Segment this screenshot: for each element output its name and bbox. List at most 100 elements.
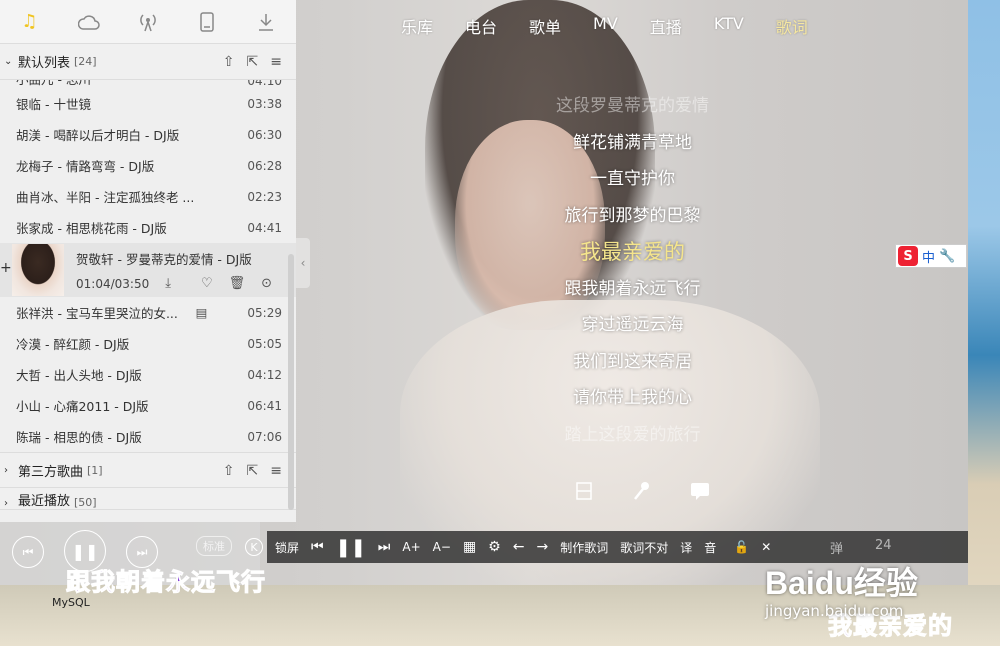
trash-icon[interactable]: 🗑 [229, 276, 246, 291]
caret-right-icon: › [4, 498, 8, 509]
nav-radio[interactable]: 电台 [449, 6, 513, 42]
nav-live[interactable]: 直播 [634, 6, 698, 42]
wrench-icon[interactable]: 🔧 [939, 249, 955, 264]
list-item[interactable]: 胡渼 - 喝醉以后才明白 - DJ版 06:30 [0, 119, 296, 150]
heart-icon[interactable]: ♡ [201, 276, 213, 291]
list-item[interactable]: 冷漠 - 醉红颜 - DJ版 05:05 [0, 328, 296, 359]
list-item[interactable]: 陈瑞 - 相思的债 - DJ版 07:06 [0, 421, 296, 452]
song-duration: 04:10 [247, 80, 282, 88]
device-icon[interactable] [178, 0, 237, 44]
close-icon[interactable]: ✕ [755, 540, 777, 554]
pause-icon[interactable]: ❚❚ [330, 537, 372, 558]
list-item[interactable]: 龙梅子 - 情路弯弯 - DJ版 06:28 [0, 150, 296, 181]
list-item[interactable]: 曲肖冰、半阳 - 注定孤独终老 ... 02:23 [0, 181, 296, 212]
lyrics-wrong-button[interactable]: 歌词不对 [614, 539, 674, 556]
lyric-line: 跟我朝着永远飞行 [564, 278, 701, 299]
group-recent-header[interactable]: › 最近播放 [50] [0, 488, 296, 510]
download-icon[interactable]: ⤓ [165, 276, 171, 291]
lyric-line: 一直守护你 [590, 169, 675, 189]
desktop-icon-label[interactable]: MySQL [52, 596, 90, 609]
grid-icon[interactable]: ▦ [457, 539, 482, 555]
list-item[interactable]: 张祥洪 - 宝马车里哭泣的女... ▤ 05:29 [0, 297, 296, 328]
menu-icon[interactable]: ≡ [270, 54, 282, 70]
watermark-logo: Baidu经验 [765, 565, 918, 601]
song-duration: 07:06 [247, 429, 282, 444]
lyric-line: 鲜花铺满青草地 [573, 132, 692, 153]
more-icon[interactable]: ⊙ [261, 276, 272, 291]
settings-icon[interactable]: ⚙ [482, 539, 507, 555]
font-decrease-icon[interactable]: A− [427, 540, 457, 554]
song-title: 龙梅子 - 情路弯弯 - DJ版 [16, 159, 155, 174]
prev-icon[interactable]: ⏮ [305, 539, 330, 555]
nav-mv[interactable]: MV [577, 6, 634, 42]
back-icon[interactable]: ← [507, 539, 531, 555]
lock-screen-button[interactable]: 锁屏 [269, 539, 305, 556]
song-duration: 02:23 [247, 189, 282, 204]
lyric-tools [573, 480, 711, 502]
danmaku-label[interactable]: 弹 [830, 538, 843, 557]
list-item[interactable]: 大哲 - 出人头地 - DJ版 04:12 [0, 359, 296, 390]
list-item[interactable]: 小山 - 心痛2011 - DJ版 06:41 [0, 390, 296, 421]
upload-icon[interactable]: ⇧ [223, 463, 235, 479]
now-playing-row[interactable]: + 贺敬轩 - 罗曼蒂克的爱情 - DJ版 01:04/03:50 ⤓ ♡ 🗑 … [0, 243, 296, 297]
translate-button[interactable]: 译 [674, 539, 698, 556]
nav-ktv[interactable]: KTV [698, 6, 760, 42]
lyric-window-icon[interactable] [573, 480, 595, 502]
ime-toolbar[interactable]: S 中 🔧 [895, 244, 967, 268]
download-icon[interactable] [237, 0, 296, 44]
lyric-line: 请你带上我的心 [573, 388, 692, 408]
menu-icon[interactable]: ≡ [270, 463, 282, 479]
lyric-line: 踏上这段爱的旅行 [564, 424, 701, 445]
group-count: [24] [74, 55, 97, 68]
top-nav: 乐库 电台 歌单 MV 直播 KTV 歌词 [385, 6, 824, 42]
group-count: [1] [87, 463, 103, 477]
desktop-background [968, 0, 1000, 646]
quality-badge[interactable]: 标准 [196, 536, 232, 556]
nav-playlists[interactable]: 歌单 [513, 6, 577, 42]
watermark-url: jingyan.baidu.com [765, 602, 904, 620]
song-title: 冷漠 - 醉红颜 - DJ版 [16, 337, 130, 352]
nav-library[interactable]: 乐库 [385, 6, 449, 42]
caret-right-icon: › [4, 464, 8, 476]
desktop-lyric-line-1[interactable]: 跟我朝着永远飞行 [66, 562, 266, 597]
nav-lyrics[interactable]: 歌词 [760, 6, 824, 42]
radio-icon[interactable] [118, 0, 177, 44]
song-title: 小曲儿 - 忘川 [16, 80, 247, 88]
ime-mode[interactable]: 中 [922, 247, 935, 266]
previous-button[interactable]: ⏮ [12, 536, 44, 568]
list-item[interactable]: 银临 - 十世镜 03:38 [0, 88, 296, 119]
list-item[interactable]: 小曲儿 - 忘川 04:10 [0, 80, 296, 88]
playlist-count[interactable]: 24 [875, 538, 892, 557]
group-name: 默认列表 [18, 56, 71, 71]
share-icon[interactable]: ⇱ [247, 463, 259, 479]
k-icon[interactable]: K [245, 538, 263, 556]
upload-icon[interactable]: ⇧ [223, 54, 235, 70]
ime-logo-icon: S [898, 246, 918, 266]
group-name: 第三方歌曲 [18, 464, 84, 480]
lyric-line: 我们到这来寄居 [573, 351, 692, 372]
song-title: 陈瑞 - 相思的债 - DJ版 [16, 430, 142, 445]
microphone-icon[interactable] [631, 480, 653, 502]
music-note-icon[interactable]: ♫ [0, 0, 59, 44]
mv-icon[interactable]: ▤ [196, 305, 208, 320]
list-item[interactable]: 张家成 - 相思桃花雨 - DJ版 04:41 [0, 212, 296, 243]
sound-button[interactable]: 音 [698, 539, 722, 556]
danmaku-icon[interactable] [689, 480, 711, 502]
song-duration: 04:12 [247, 367, 282, 382]
lock-icon[interactable]: 🔓 [728, 540, 755, 554]
make-lyrics-button[interactable]: 制作歌词 [554, 539, 614, 556]
song-duration: 05:05 [247, 336, 282, 351]
song-duration: 06:30 [247, 127, 282, 142]
playlist-scrollbar[interactable] [288, 254, 294, 510]
song-duration: 06:28 [247, 158, 282, 173]
forward-icon[interactable]: → [530, 539, 554, 555]
cloud-icon[interactable] [59, 0, 118, 44]
font-increase-icon[interactable]: A+ [396, 540, 426, 554]
add-icon[interactable]: + [0, 260, 12, 276]
collapse-panel-icon[interactable]: ‹ [296, 238, 310, 288]
next-icon[interactable]: ⏭ [372, 539, 397, 555]
share-icon[interactable]: ⇱ [247, 54, 259, 70]
group-third-header[interactable]: › 第三方歌曲 [1] ⇧ ⇱ ≡ [0, 452, 296, 488]
song-title: 胡渼 - 喝醉以后才明白 - DJ版 [16, 128, 180, 143]
group-default-header[interactable]: ⌄ 默认列表 [24] ⇧ ⇱ ≡ [0, 44, 296, 80]
